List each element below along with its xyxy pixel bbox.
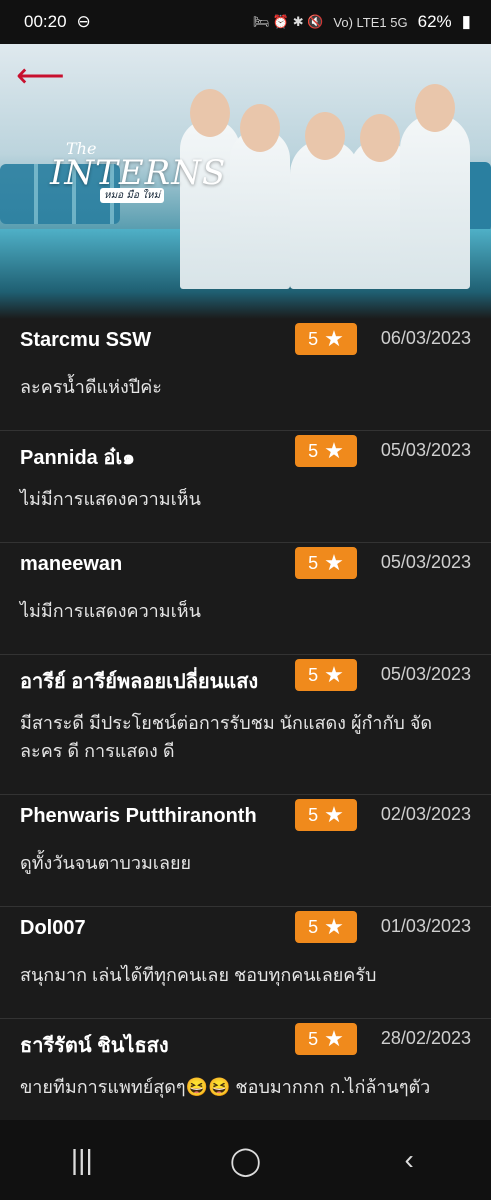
star-icon: ★ — [324, 802, 344, 827]
star-icon: ★ — [324, 550, 344, 575]
rating-badge: 5 ★ — [295, 799, 357, 831]
rating-badge: 5 ★ — [295, 659, 357, 691]
recents-icon[interactable]: ||| — [52, 1144, 112, 1176]
reviewer-name: Pannida อ๋เ๑ — [20, 447, 135, 469]
star-icon: ★ — [324, 914, 344, 939]
cast-head — [190, 89, 230, 137]
review-date: 06/03/2023 — [380, 328, 471, 348]
cast-head — [305, 112, 345, 160]
back-arrow-icon[interactable]: ⟵ — [16, 59, 65, 93]
reviewer-name: อารีย์ อารีย์พลอยเปลี่ยนแสง — [20, 671, 259, 693]
status-icons: 🛏 ⏰ ✱ 🔇 — [252, 14, 324, 29]
battery-level: 62% — [417, 12, 452, 31]
review-list: Starcmu SSW 5 ★ 06/03/2023 ละครน้ำดีแห่งป… — [0, 319, 491, 1131]
star-icon: ★ — [324, 326, 344, 351]
dnd-icon: ⊖ — [76, 12, 91, 31]
review-date: 01/03/2023 — [380, 916, 471, 936]
review-date: 28/02/2023 — [380, 1028, 471, 1048]
cast-head — [240, 104, 280, 152]
review-row: ธารีรัตน์ ชินไธสง 5 ★ 28/02/2023 ขายทีมกา… — [0, 1019, 491, 1131]
hero-banner: The INTERNS หมอ มือ ใหม่ — [0, 44, 491, 319]
review-comment: มีสาระดี มีประโยชน์ต่อการรับชม นักแสดง ผ… — [20, 713, 433, 761]
rating-badge: 5 ★ — [295, 323, 357, 355]
review-comment: ดูทั้งวันจนตาบวมเลยย — [20, 853, 192, 873]
status-time: 00:20 — [24, 12, 67, 31]
status-bar: 00:20 ⊖ 🛏 ⏰ ✱ 🔇 Vo) LTE1 5G 62% ▮ — [0, 0, 491, 44]
network-labels: Vo) LTE1 5G — [333, 14, 408, 30]
cast-head — [360, 114, 400, 162]
reviewer-name: ธารีรัตน์ ชินไธสง — [20, 1035, 169, 1057]
cast-member — [400, 114, 470, 289]
review-row: Starcmu SSW 5 ★ 06/03/2023 ละครน้ำดีแห่งป… — [0, 319, 491, 431]
review-row: Dol007 5 ★ 01/03/2023 สนุกมาก เล่นได้ทีทุ… — [0, 907, 491, 1019]
nav-back-icon[interactable]: ‹ — [379, 1144, 439, 1176]
home-icon[interactable]: ◯ — [215, 1144, 275, 1177]
cast-member — [230, 129, 290, 289]
review-comment: ไม่มีการแสดงความเห็น — [20, 601, 201, 621]
rating-badge: 5 ★ — [295, 435, 357, 467]
review-row: Phenwaris Putthiranonth 5 ★ 02/03/2023 ดู… — [0, 795, 491, 907]
review-date: 02/03/2023 — [380, 804, 471, 824]
review-comment: ละครน้ำดีแห่งปีค่ะ — [20, 377, 162, 397]
show-logo: The INTERNS หมอ มือ ใหม่ — [50, 139, 227, 203]
reviewer-name: Phenwaris Putthiranonth — [20, 805, 257, 827]
review-comment: สนุกมาก เล่นได้ทีทุกคนเลย ชอบทุกคนเลยครั… — [20, 965, 377, 985]
star-icon: ★ — [324, 1026, 344, 1051]
cast-head — [415, 84, 455, 132]
review-comment: ไม่มีการแสดงความเห็น — [20, 489, 201, 509]
star-icon: ★ — [324, 662, 344, 687]
rating-badge: 5 ★ — [295, 1023, 357, 1055]
review-date: 05/03/2023 — [380, 440, 471, 460]
reviewer-name: Dol007 — [20, 917, 86, 939]
reviewer-name: Starcmu SSW — [20, 329, 152, 351]
rating-badge: 5 ★ — [295, 547, 357, 579]
review-date: 05/03/2023 — [380, 664, 471, 684]
reviewer-name: maneewan — [20, 553, 123, 575]
review-date: 05/03/2023 — [380, 552, 471, 572]
battery-icon: ▮ — [461, 12, 471, 31]
system-nav-bar: ||| ◯ ‹ — [0, 1120, 491, 1200]
review-row: Pannida อ๋เ๑ 5 ★ 05/03/2023 ไม่มีการแสดงค… — [0, 431, 491, 543]
rating-badge: 5 ★ — [295, 911, 357, 943]
review-comment: ขายทีมการแพทย์สุดๆ😆😆 ชอบมากกก ก.ไก่ล้านๆ… — [20, 1077, 431, 1097]
review-row: อารีย์ อารีย์พลอยเปลี่ยนแสง 5 ★ 05/03/202… — [0, 655, 491, 795]
review-row: maneewan 5 ★ 05/03/2023 ไม่มีการแสดงความเ… — [0, 543, 491, 655]
star-icon: ★ — [324, 438, 344, 463]
